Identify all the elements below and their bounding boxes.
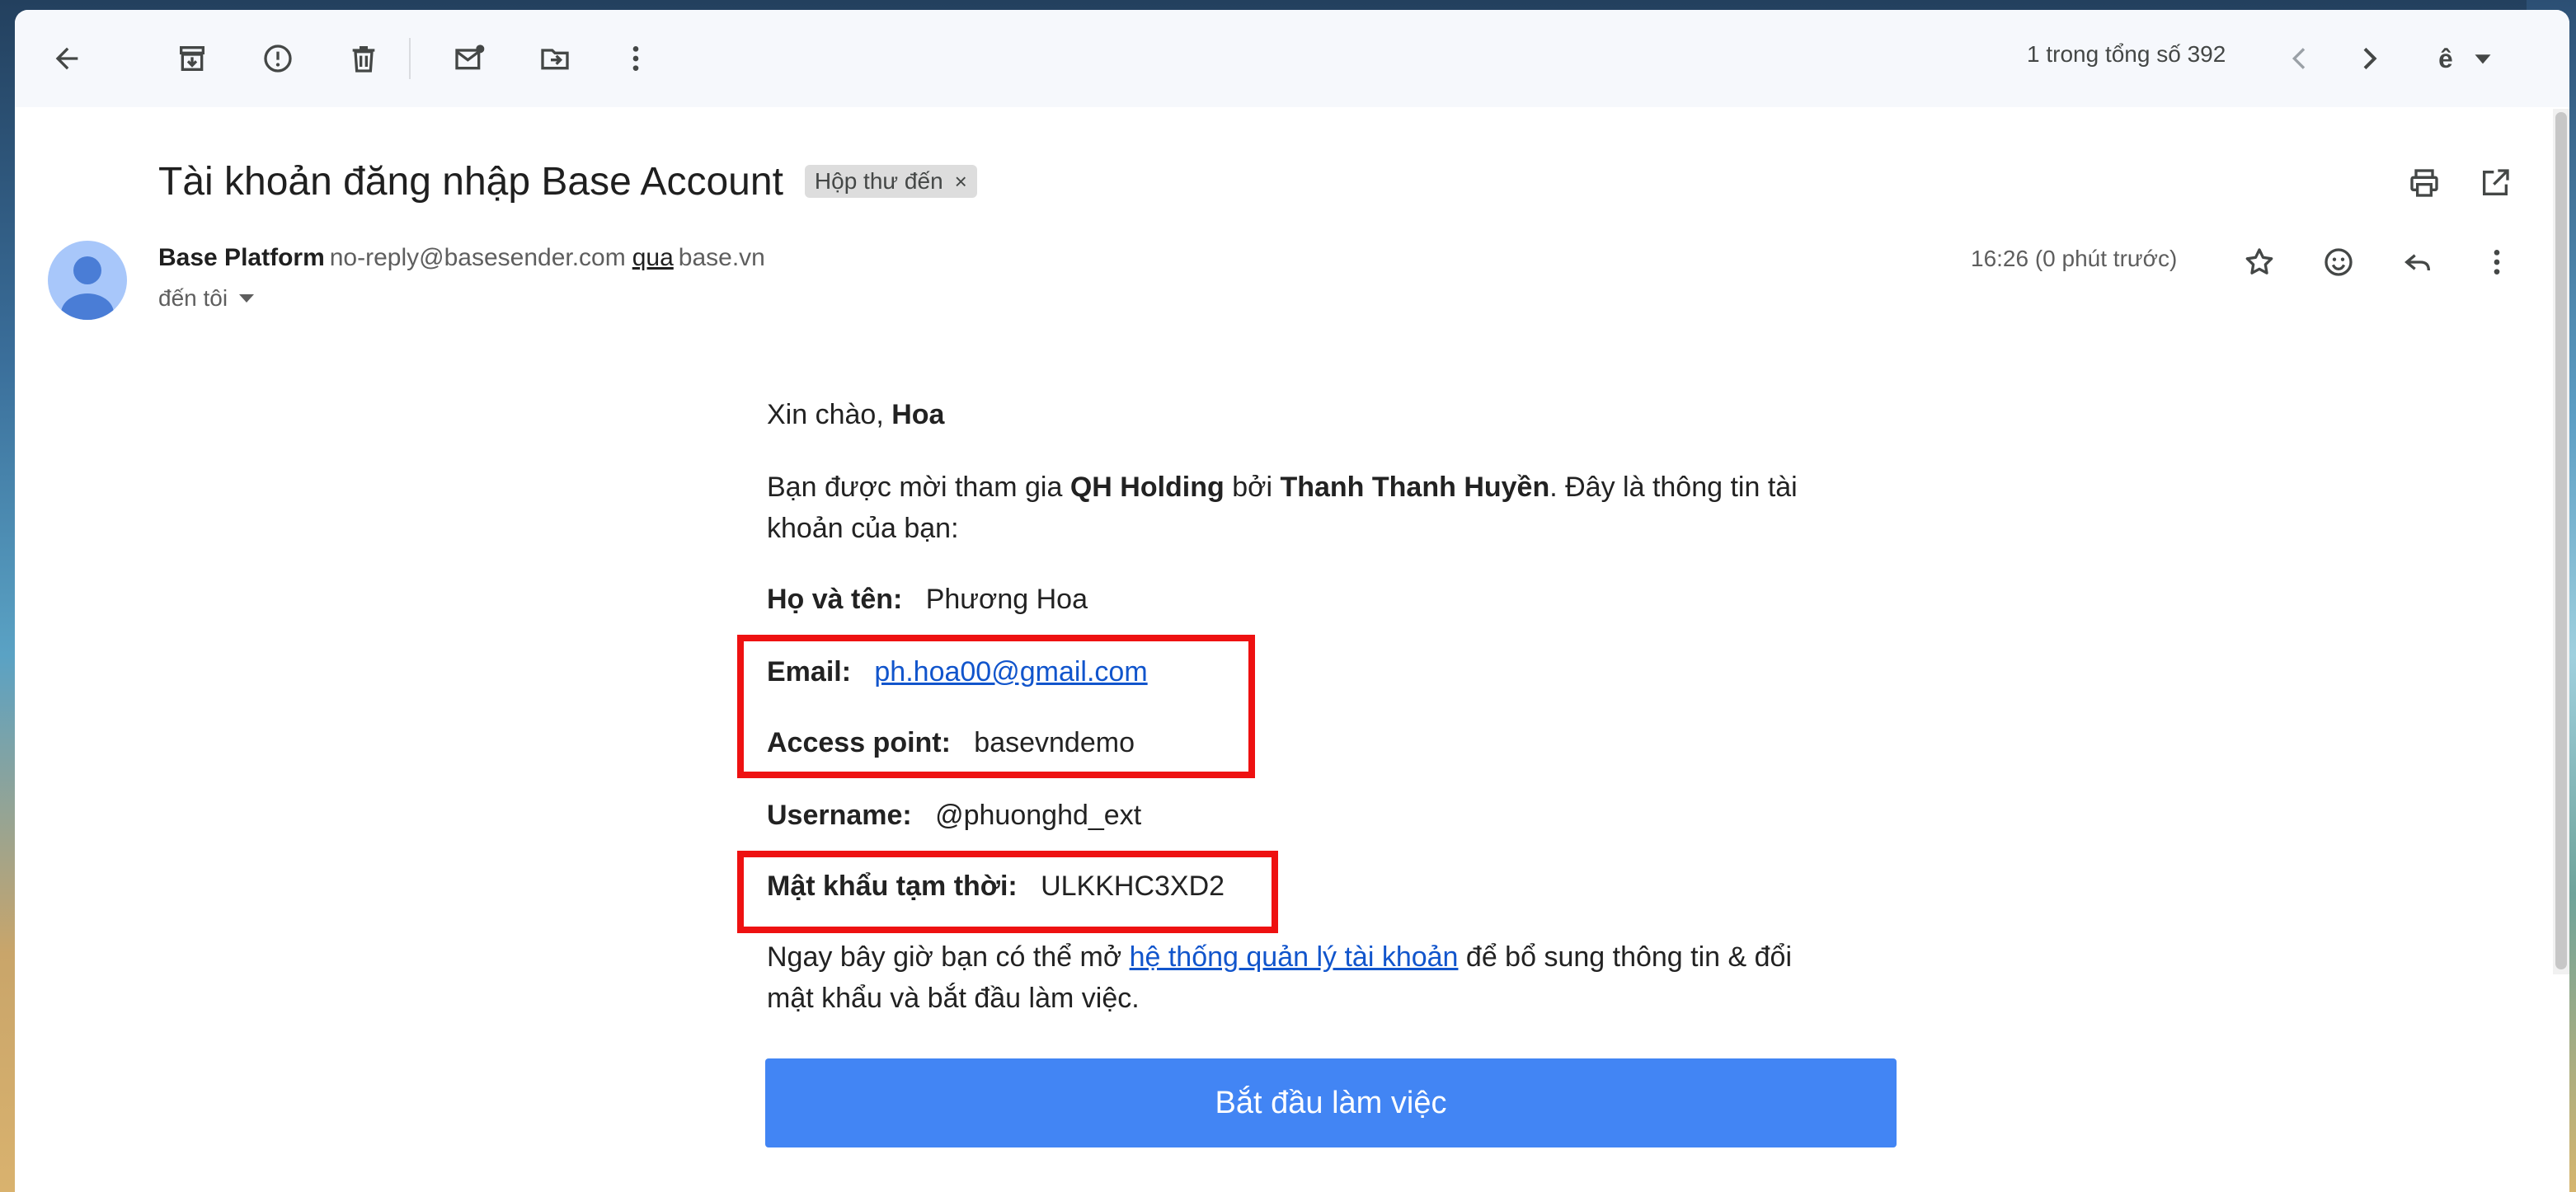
subject-row: Tài khoản đăng nhập Base Account Hộp thư… — [158, 148, 977, 214]
highlight-box-email-access — [737, 635, 1255, 778]
open-in-new-window-icon[interactable] — [2472, 160, 2518, 206]
delete-icon[interactable] — [338, 33, 389, 84]
scrollbar[interactable] — [2553, 109, 2569, 974]
email-subject: Tài khoản đăng nhập Base Account — [158, 159, 783, 204]
emoji-reaction-icon[interactable] — [2315, 239, 2362, 285]
pager-count: 1 trong tổng số 392 — [2027, 41, 2226, 67]
remove-label-icon[interactable]: × — [955, 169, 967, 195]
chevron-right-icon[interactable] — [2343, 33, 2395, 84]
recipient-text: đến tôi — [158, 285, 228, 311]
sender-avatar[interactable] — [48, 241, 127, 320]
info-line-2: mật khẩu và bắt đầu làm việc. — [767, 983, 1140, 1014]
sender-line: Base Platform no-reply@basesender.com qua b… — [158, 244, 765, 272]
gmail-window: 1 trong tổng số 392 ê Tài khoản đăng nhậ… — [15, 10, 2569, 1192]
email-timestamp: 16:26 (0 phút trước) — [1971, 246, 2178, 271]
back-arrow-icon[interactable] — [41, 33, 92, 84]
reply-icon[interactable] — [2395, 239, 2441, 285]
chevron-left-icon[interactable] — [2274, 33, 2325, 84]
sender-name[interactable]: Base Platform — [158, 244, 325, 271]
greeting: Xin chào, Hoa — [767, 399, 944, 431]
invite-text-1: Bạn được mời tham gia — [767, 472, 1070, 503]
inbox-label-text: Hộp thư đến — [814, 168, 943, 194]
info-line-1: Ngay bây giờ bạn có thể mở hệ thống quản… — [767, 941, 1792, 974]
username-row: Username: @phuonghd_ext — [767, 800, 1141, 832]
invite-line-1: Bạn được mời tham gia QH Holding bởi Tha… — [767, 472, 1798, 504]
more-vert-icon[interactable] — [610, 33, 661, 84]
start-working-button[interactable]: Bắt đầu làm việc — [765, 1058, 1897, 1147]
highlight-box-password — [737, 851, 1278, 933]
svg-text:ê: ê — [2438, 44, 2453, 73]
print-icon[interactable] — [2401, 160, 2447, 206]
move-to-icon[interactable] — [529, 33, 581, 84]
more-options-icon[interactable] — [2474, 239, 2520, 285]
mark-unread-icon[interactable] — [444, 33, 495, 84]
archive-icon[interactable] — [167, 33, 218, 84]
caret-down-icon — [239, 294, 255, 303]
full-name-value: Phương Hoa — [925, 584, 1088, 615]
via-domain: base.vn — [678, 244, 765, 271]
full-name-label: Họ và tên: — [767, 584, 903, 615]
recipient-details-toggle[interactable]: đến tôi — [158, 285, 255, 312]
invite-org: QH Holding — [1069, 472, 1225, 503]
username-value: @phuonghd_ext — [935, 800, 1142, 831]
via-link[interactable]: qua — [632, 244, 674, 271]
greeting-prefix: Xin chào, — [767, 399, 892, 430]
full-name-row: Họ và tên: Phương Hoa — [767, 584, 1088, 616]
invite-text-3: . Đây là thông tin tài — [1549, 472, 1798, 503]
message-toolbar: 1 trong tổng số 392 ê — [15, 10, 2569, 107]
scrollbar-thumb[interactable] — [2555, 112, 2567, 969]
greeting-name: Hoa — [891, 399, 945, 430]
username-label: Username: — [767, 800, 912, 831]
report-spam-icon[interactable] — [252, 33, 303, 84]
inbox-label-chip[interactable]: Hộp thư đến × — [804, 165, 977, 198]
invite-line-2: khoản của bạn: — [767, 513, 959, 544]
invite-person: Thanh Thanh Huyền — [1280, 472, 1550, 503]
toolbar-divider — [409, 38, 411, 79]
invite-text-2: bởi — [1224, 472, 1281, 503]
star-icon[interactable] — [2236, 239, 2282, 285]
input-tools-icon[interactable]: ê — [2428, 33, 2507, 84]
sender-email: no-reply@basesender.com — [329, 244, 626, 271]
info-text-2: để bổ sung thông tin & đổi — [1458, 941, 1792, 973]
info-text-1: Ngay bây giờ bạn có thể mở — [767, 941, 1130, 973]
account-management-link[interactable]: hệ thống quản lý tài khoản — [1130, 941, 1459, 973]
